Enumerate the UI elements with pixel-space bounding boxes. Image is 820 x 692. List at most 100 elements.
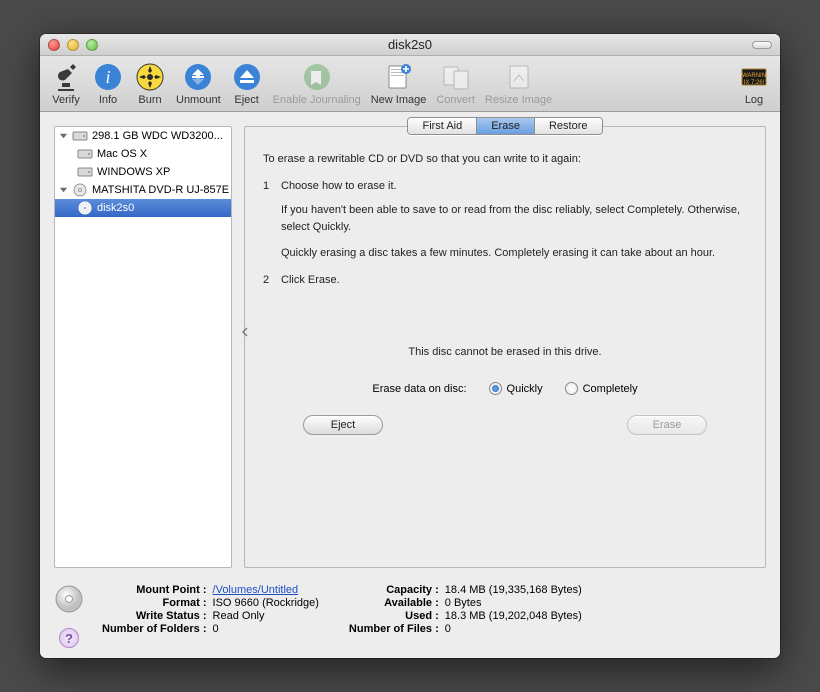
eject-icon [231,61,263,93]
main-panel: First Aid Erase Restore To erase a rewri… [244,126,766,568]
disk-sidebar[interactable]: 298.1 GB WDC WD3200... Mac OS X WINDOWS … [54,126,232,568]
info-value: 18.3 MB (19,202,048 Bytes) [445,610,582,622]
toolbar-convert: Convert [432,61,479,108]
sidebar-item-label: MATSHITA DVD-R UJ-857E [92,184,229,196]
radio-dot-icon [489,382,502,395]
toolbar-eject[interactable]: Eject [227,61,267,108]
info-value: 0 [445,623,582,635]
info-key: Mount Point [102,584,207,596]
sidebar-item-optical-root[interactable]: MATSHITA DVD-R UJ-857E [55,181,231,199]
tab-bar: First Aid Erase Restore [245,117,765,135]
help-button[interactable]: ? [59,628,79,648]
cannot-erase-message: This disc cannot be erased in this drive… [263,346,747,358]
sub-text: Quickly erasing a disc takes a few minut… [281,245,747,262]
resize-image-icon [503,61,535,93]
journal-icon [301,61,333,93]
info-key: Number of Files [349,623,439,635]
toolbar-label: Burn [138,94,161,106]
sidebar-item-disk2s0[interactable]: disk2s0 [55,199,231,217]
eject-button[interactable]: Eject [303,415,383,435]
info-value: ISO 9660 (Rockridge) [213,597,319,609]
step-text: Click Erase. [281,272,340,289]
toolbar: Verify i Info Burn Unmount Eject [40,56,780,112]
new-image-icon [383,61,415,93]
sidebar-item-macosx[interactable]: Mac OS X [55,145,231,163]
toolbar-burn[interactable]: Burn [130,61,170,108]
toolbar-new-image[interactable]: New Image [367,61,431,108]
toolbar-label: Info [99,94,117,106]
tab-restore[interactable]: Restore [535,118,602,134]
burn-icon [134,61,166,93]
radio-label: Completely [583,383,638,395]
info-key: Format [102,597,207,609]
toolbar-log[interactable]: WARNINIX 7:26! Log [734,61,774,108]
convert-icon [440,61,472,93]
step-number: 2 [263,272,273,289]
microscope-icon [50,61,82,93]
toolbar-verify[interactable]: Verify [46,61,86,108]
erase-options: Erase data on disc: Quickly Completely [263,382,747,395]
info-col-left: Mount Point /Volumes/Untitled Format ISO… [102,584,319,635]
toolbar-enable-journaling: Enable Journaling [269,61,365,108]
toolbar-label: Log [745,94,763,106]
toolbar-label: Verify [52,94,80,106]
hdd-icon [77,147,93,161]
disk-utility-window: disk2s0 Verify i Info Burn Unmount [40,34,780,658]
log-icon: WARNINIX 7:26! [738,61,770,93]
intro-text: To erase a rewritable CD or DVD so that … [263,151,747,168]
instructions-text: To erase a rewritable CD or DVD so that … [263,151,747,296]
buttons-row: Eject Erase [263,415,747,435]
toolbar-label: New Image [371,94,427,106]
sidebar-item-label: WINDOWS XP [97,166,170,178]
info-panel: ? Mount Point /Volumes/Untitled Format I… [40,574,780,658]
toolbar-label: Unmount [176,94,221,106]
toolbar-label: Enable Journaling [273,94,361,106]
info-key: Capacity [349,584,439,596]
svg-text:WARNIN: WARNIN [742,73,766,79]
hdd-icon [72,129,88,143]
toolbar-label: Convert [436,94,475,106]
info-icon: i [92,61,124,93]
radio-quickly[interactable]: Quickly [489,382,543,395]
optical-disc-icon [77,201,93,215]
info-key: Number of Folders [102,623,207,635]
info-value-mount-point: /Volumes/Untitled [213,584,319,596]
info-key: Available [349,597,439,609]
disclosure-triangle-icon[interactable] [59,132,68,141]
erase-button: Erase [627,415,707,435]
disclosure-triangle-icon[interactable] [59,186,68,195]
info-value: 0 [213,623,319,635]
optical-disc-icon [72,183,88,197]
radio-completely[interactable]: Completely [565,382,638,395]
info-key: Write Status [102,610,207,622]
toolbar-info[interactable]: i Info [88,61,128,108]
toolbar-label: Eject [234,94,258,106]
unmount-icon [182,61,214,93]
sub-text: If you haven't been able to save to or r… [281,202,747,235]
svg-text:IX 7:26!: IX 7:26! [744,80,765,86]
radio-label: Quickly [507,383,543,395]
radio-dot-icon [565,382,578,395]
window-title: disk2s0 [40,37,780,52]
sidebar-item-hdd-root[interactable]: 298.1 GB WDC WD3200... [55,127,231,145]
info-col-right: Capacity 18.4 MB (19,335,168 Bytes) Avai… [349,584,582,635]
toolbar-toggle-pill[interactable] [752,41,772,49]
step-number: 1 [263,178,273,195]
titlebar: disk2s0 [40,34,780,56]
sidebar-item-windowsxp[interactable]: WINDOWS XP [55,163,231,181]
hdd-icon [77,165,93,179]
toolbar-unmount[interactable]: Unmount [172,61,225,108]
sidebar-item-label: Mac OS X [97,148,147,160]
mount-point-link[interactable]: /Volumes/Untitled [213,584,299,596]
collapse-handle-icon[interactable] [241,327,249,337]
step-text: Choose how to erase it. [281,178,397,195]
info-value: 18.4 MB (19,335,168 Bytes) [445,584,582,596]
info-key: Used [349,610,439,622]
tab-erase[interactable]: Erase [477,118,535,134]
tab-first-aid[interactable]: First Aid [408,118,477,134]
sidebar-item-label: disk2s0 [97,202,134,214]
toolbar-resize-image: Resize Image [481,61,556,108]
sidebar-item-label: 298.1 GB WDC WD3200... [92,130,223,142]
svg-text:i: i [105,67,110,87]
info-value: Read Only [213,610,319,622]
